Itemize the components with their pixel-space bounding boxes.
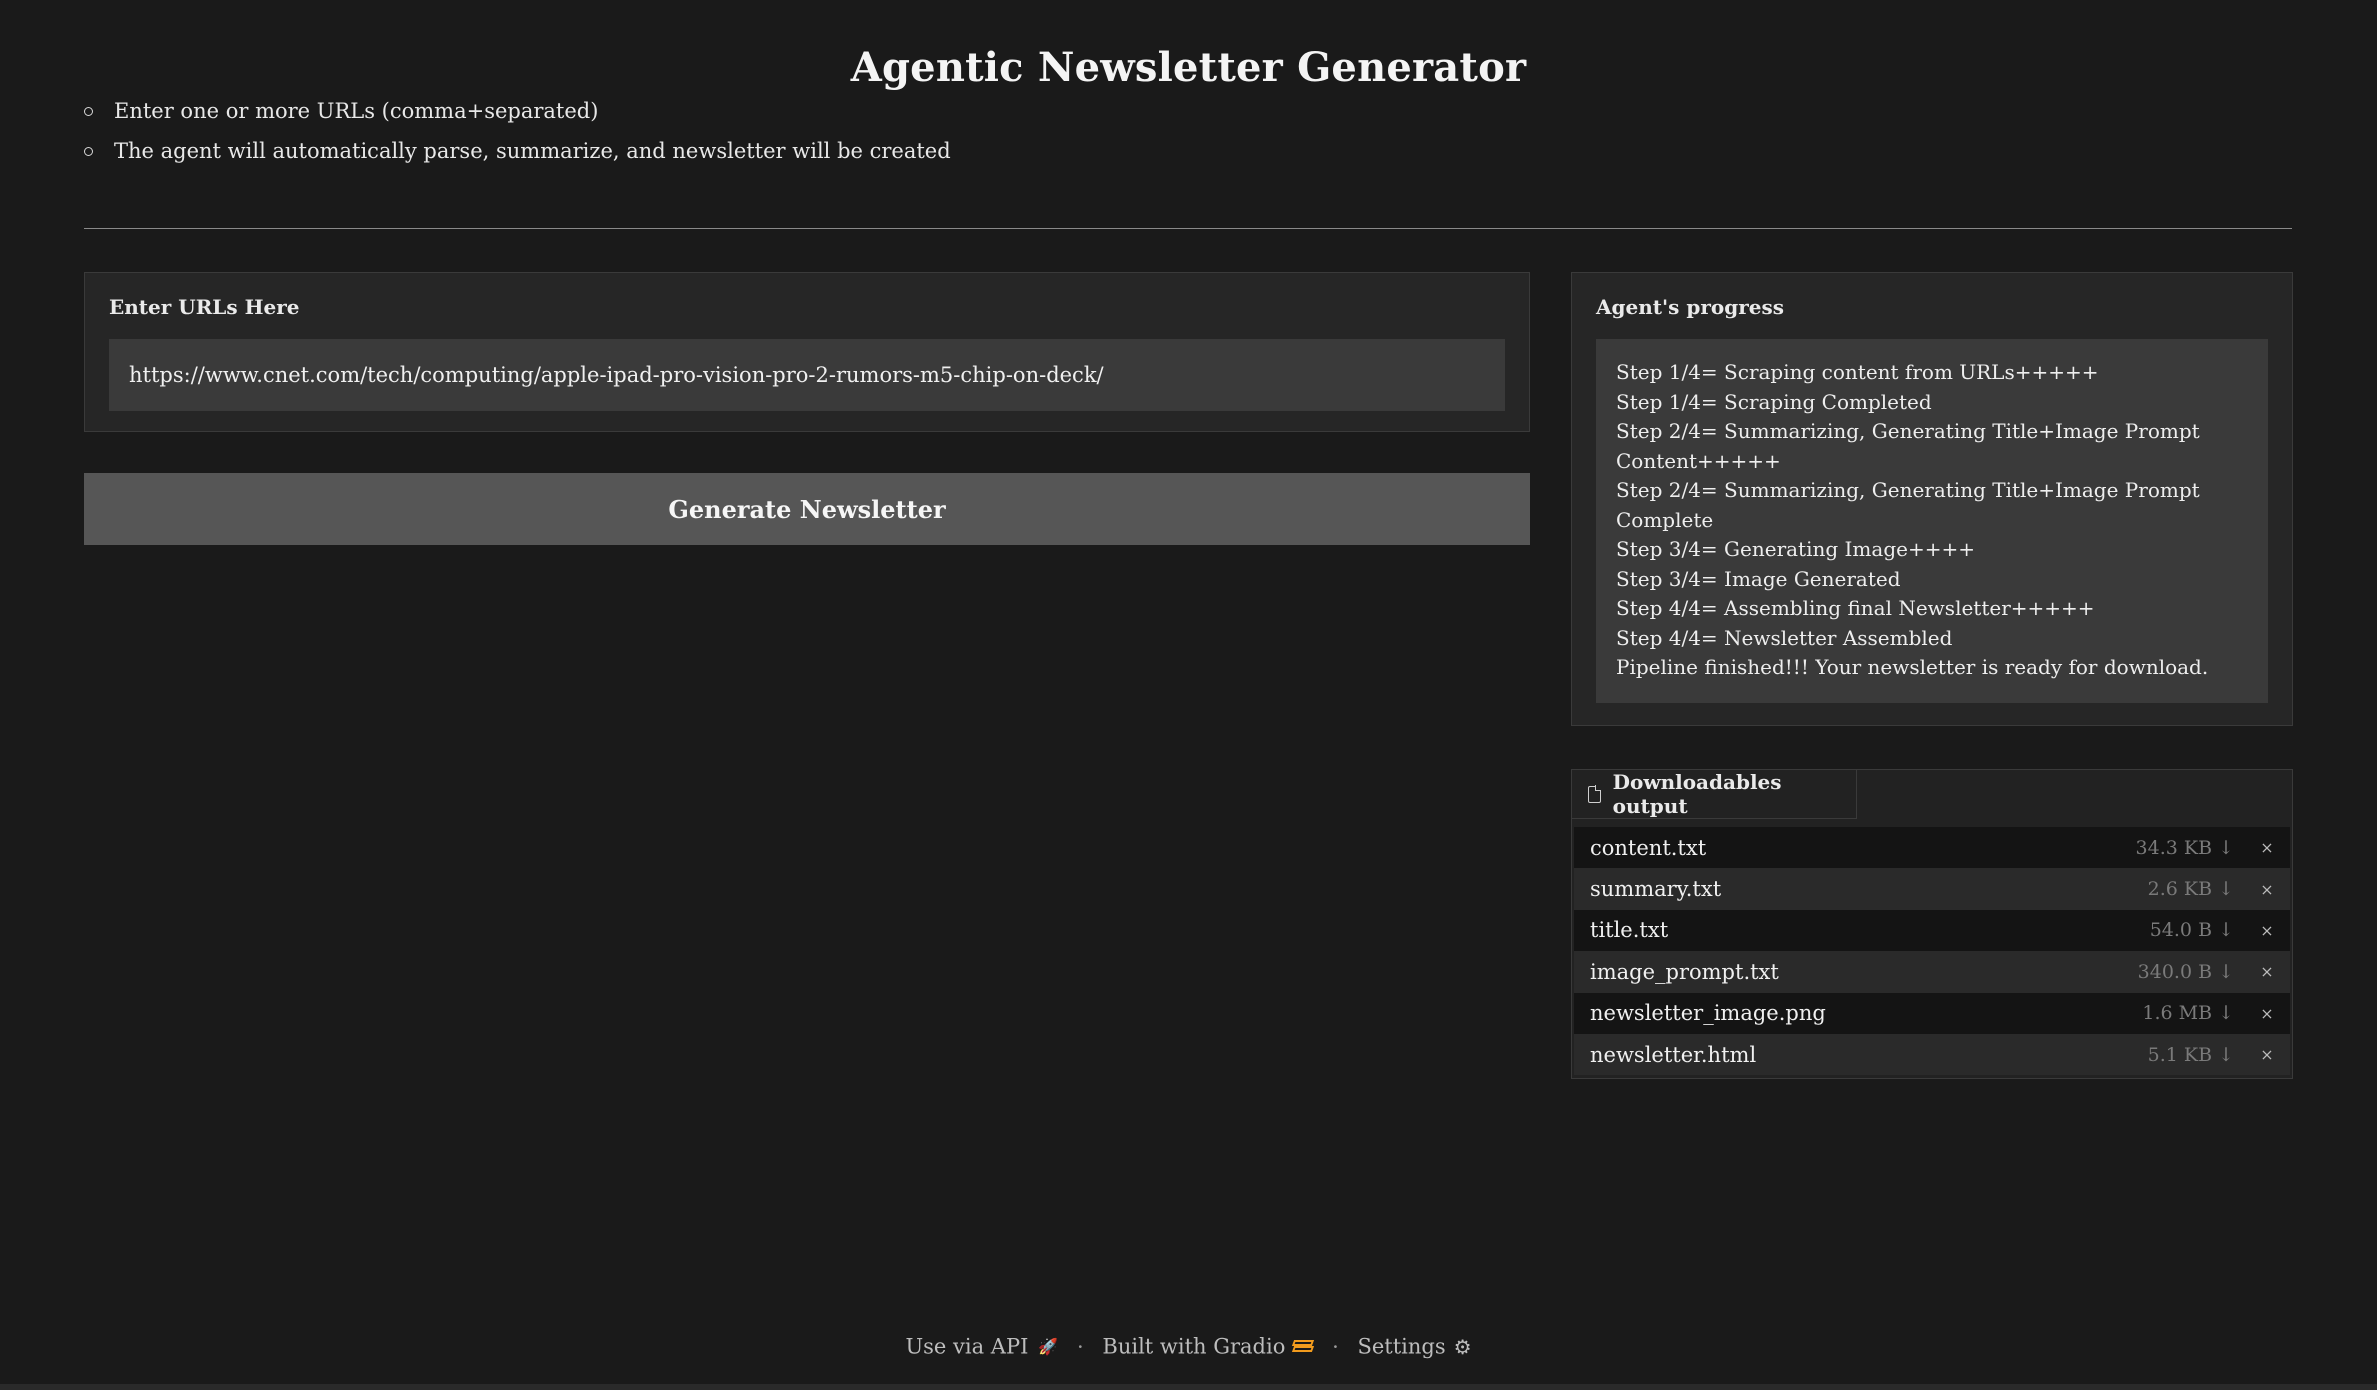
file-download-link[interactable]: 5.1 KB ↓ (2148, 1044, 2234, 1066)
file-icon (1588, 785, 1601, 803)
file-name[interactable]: newsletter.html (1590, 1043, 2148, 1067)
file-row: summary.txt 2.6 KB ↓ × (1574, 868, 2290, 910)
remove-file-button[interactable]: × (2260, 880, 2274, 899)
file-name[interactable]: summary.txt (1590, 877, 2148, 901)
progress-line: Step 1/4= Scraping content from URLs++++… (1616, 360, 2099, 384)
remove-file-button[interactable]: × (2260, 1004, 2274, 1023)
rocket-icon: 🚀 (1038, 1337, 1059, 1356)
instruction-item: Enter one or more URLs (comma+separated) (84, 96, 951, 136)
url-input[interactable] (109, 339, 1505, 411)
file-name[interactable]: title.txt (1590, 918, 2150, 942)
progress-label: Agent's progress (1596, 295, 1784, 319)
progress-line: Step 2/4= Summarizing, Generating Title+… (1616, 419, 2200, 473)
gear-icon: ⚙ (1453, 1334, 1472, 1359)
generate-newsletter-button[interactable]: Generate Newsletter (84, 473, 1530, 545)
progress-line: Step 2/4= Summarizing, Generating Title+… (1616, 478, 2200, 532)
file-name[interactable]: image_prompt.txt (1590, 960, 2138, 984)
divider (84, 228, 2292, 229)
page-title: Agentic Newsletter Generator (850, 44, 1527, 91)
instruction-text: The agent will automatically parse, summ… (114, 139, 951, 163)
footer-separator: · (1077, 1334, 1084, 1359)
remove-file-button[interactable]: × (2260, 1045, 2274, 1064)
progress-line: Step 1/4= Scraping Completed (1616, 389, 1932, 414)
settings-link[interactable]: Settings (1357, 1335, 1445, 1359)
instruction-item: The agent will automatically parse, summ… (84, 136, 951, 176)
downloads-panel: Downloadables output content.txt 34.3 KB… (1571, 769, 2293, 1079)
instructions-list: Enter one or more URLs (comma+separated)… (84, 96, 951, 176)
file-download-link[interactable]: 54.0 B ↓ (2150, 919, 2234, 941)
file-row: newsletter.html 5.1 KB ↓ × (1574, 1033, 2290, 1076)
use-via-api-link[interactable]: Use via API (905, 1335, 1028, 1359)
instruction-text: Enter one or more URLs (comma+separated) (114, 99, 599, 123)
bottom-bar (0, 1384, 2377, 1390)
progress-panel: Agent's progress Step 1/4= Scraping cont… (1571, 272, 2293, 726)
url-input-panel: Enter URLs Here (84, 272, 1530, 432)
file-name[interactable]: content.txt (1590, 836, 2136, 860)
file-row: newsletter_image.png 1.6 MB ↓ × (1574, 992, 2290, 1034)
file-download-link[interactable]: 34.3 KB ↓ (2136, 837, 2234, 859)
downloads-label: Downloadables output (1572, 770, 1857, 819)
built-with-gradio-link[interactable]: Built with Gradio (1102, 1335, 1285, 1359)
remove-file-button[interactable]: × (2260, 962, 2274, 981)
progress-line: Step 3/4= Image Generated (1616, 566, 1901, 591)
progress-line: Pipeline finished!!! Your newsletter is … (1616, 655, 2209, 679)
remove-file-button[interactable]: × (2260, 838, 2274, 857)
progress-line: Step 3/4= Generating Image++++ (1616, 537, 1975, 561)
progress-line: Step 4/4= Newsletter Assembled (1616, 625, 1953, 650)
downloads-label-text: Downloadables output (1612, 770, 1782, 818)
gradio-logo-icon (1292, 1339, 1315, 1354)
file-row: image_prompt.txt 340.0 B ↓ × (1574, 951, 2290, 993)
footer: Use via API 🚀 · Built with Gradio · Setti… (0, 1333, 2377, 1359)
file-download-link[interactable]: 2.6 KB ↓ (2148, 878, 2234, 900)
bullet-circle-icon (84, 147, 93, 156)
downloads-list: content.txt 34.3 KB ↓ × summary.txt 2.6 … (1574, 827, 2290, 1076)
file-download-link[interactable]: 340.0 B ↓ (2138, 961, 2234, 983)
remove-file-button[interactable]: × (2260, 921, 2274, 940)
progress-line: Step 4/4= Assembling final Newsletter+++… (1616, 596, 2095, 620)
file-download-link[interactable]: 1.6 MB ↓ (2142, 1002, 2234, 1024)
bullet-circle-icon (84, 107, 93, 116)
file-row: title.txt 54.0 B ↓ × (1574, 909, 2290, 952)
progress-output: Step 1/4= Scraping content from URLs++++… (1596, 339, 2268, 703)
file-name[interactable]: newsletter_image.png (1590, 1001, 2142, 1025)
url-input-label: Enter URLs Here (109, 295, 300, 319)
file-row: content.txt 34.3 KB ↓ × (1574, 827, 2290, 869)
footer-separator: · (1332, 1334, 1339, 1359)
